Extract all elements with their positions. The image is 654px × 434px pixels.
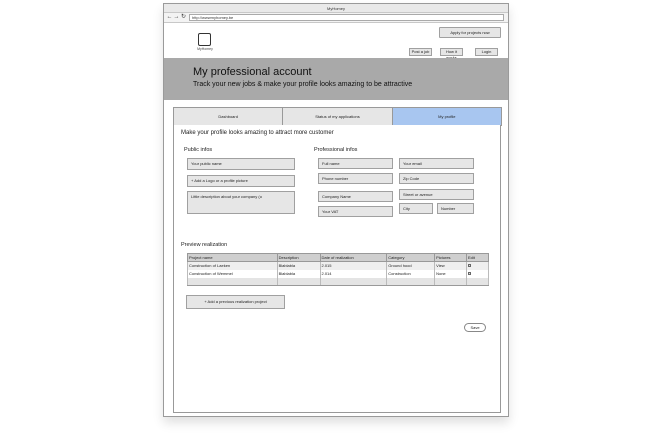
cell-edit — [466, 269, 489, 278]
url-bar[interactable]: http://wwwmyhomey.be — [189, 14, 504, 21]
phone-field[interactable]: Phone number — [318, 173, 393, 184]
cell-category: Ground hood — [386, 261, 436, 270]
profile-heading: Make your profile looks amazing to attra… — [181, 130, 334, 136]
view-pictures-link[interactable]: View — [434, 261, 467, 270]
vat-field[interactable]: Your VAT — [318, 206, 393, 217]
page-title: My professional account — [193, 66, 312, 78]
edit-icon[interactable] — [468, 272, 471, 275]
add-logo-button[interactable]: + Add a Logo or a profile picture — [187, 175, 295, 187]
reload-icon[interactable]: ↻ — [180, 14, 187, 21]
zip-code-field[interactable]: Zip Code — [399, 173, 474, 184]
professional-infos-title: Professional infos — [314, 147, 358, 153]
realization-table: Project name Description Date of realiza… — [187, 253, 489, 286]
table-row[interactable]: Construction of Laeken Blablabla 2.015 G… — [187, 261, 489, 270]
edit-icon[interactable] — [468, 264, 471, 268]
company-name-field[interactable]: Company Name — [318, 191, 393, 202]
add-realization-button[interactable]: + Add a previous realization project — [186, 295, 285, 309]
page-subtitle: Track your new jobs & make your profile … — [193, 81, 413, 88]
cell-description: Blablabla — [276, 261, 321, 270]
col-category[interactable]: Category — [386, 253, 436, 262]
number-field[interactable]: Number — [437, 203, 474, 214]
col-description[interactable]: Description — [276, 253, 321, 262]
apply-projects-button[interactable]: Apply for projects now — [439, 27, 501, 38]
city-field[interactable]: City — [399, 203, 433, 214]
forward-icon[interactable]: → — [173, 14, 180, 21]
cell-project-name: Construction of Wemmel — [187, 269, 278, 278]
cell-edit — [466, 261, 489, 270]
col-date[interactable]: Date of realization — [319, 253, 388, 262]
profile-panel: Make your profile looks amazing to attra… — [173, 125, 501, 413]
street-field[interactable]: Street or avenue — [399, 189, 474, 200]
logo-icon[interactable] — [198, 33, 211, 46]
logo-caption: MyHomey — [197, 47, 213, 51]
window-title: MyHomey — [164, 4, 508, 13]
cell-project-name: Construction of Laeken — [187, 261, 278, 270]
table-row[interactable]: Construction of Wemmel Blablabla 2.014 C… — [187, 269, 489, 278]
table-header-row: Project name Description Date of realiza… — [187, 253, 489, 262]
hero-banner: My professional account Track your new j… — [164, 58, 508, 100]
post-job-button[interactable]: Post a job — [409, 48, 432, 56]
cell-description: Blablabla — [276, 269, 321, 278]
email-field[interactable]: Your email — [399, 158, 474, 169]
full-name-field[interactable]: Full name — [318, 158, 393, 169]
cell-date: 2.015 — [319, 261, 388, 270]
preview-realization-title: Preview realization — [181, 242, 228, 248]
how-it-works-button[interactable]: How it works — [440, 48, 463, 60]
login-button[interactable]: Login — [475, 48, 498, 56]
browser-navbar: ← → ↻ http://wwwmyhomey.be — [164, 13, 508, 23]
tab-applications-status[interactable]: Status of my applications — [282, 107, 393, 126]
cell-category: Construction — [386, 269, 436, 278]
browser-window: MyHomey ← → ↻ http://wwwmyhomey.be MyHom… — [163, 3, 509, 417]
cell-pictures: None — [434, 269, 467, 278]
tab-dashboard[interactable]: Dashboard — [173, 107, 284, 126]
public-infos-title: Public infos — [184, 147, 213, 153]
back-icon[interactable]: ← — [166, 14, 173, 21]
tab-my-profile[interactable]: My profile — [391, 107, 502, 126]
table-row-empty — [187, 277, 489, 286]
col-pictures[interactable]: Pictures — [434, 253, 467, 262]
company-description-field[interactable]: Little description about your company (o — [187, 191, 295, 214]
col-edit[interactable]: Edit — [466, 253, 489, 262]
save-button[interactable]: Save — [464, 323, 486, 332]
account-tabs: Dashboard Status of my applications My p… — [173, 107, 502, 126]
col-project-name[interactable]: Project name — [187, 253, 278, 262]
cell-date: 2.014 — [319, 269, 388, 278]
public-name-field[interactable]: Your public name — [187, 158, 295, 170]
